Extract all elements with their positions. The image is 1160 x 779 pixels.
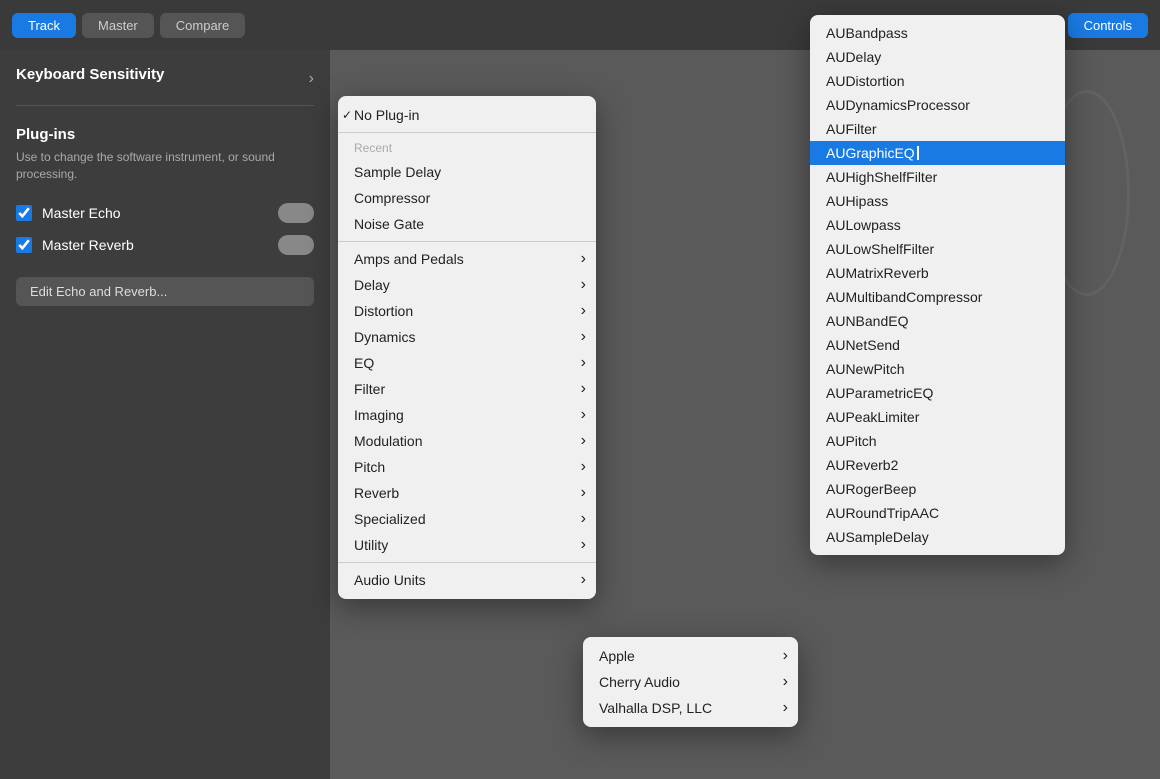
au-round-trip-aac[interactable]: AURoundTripAAC: [810, 501, 1065, 525]
menu-separator-2: [338, 241, 596, 242]
valhalla-item[interactable]: Valhalla DSP, LLC: [583, 695, 798, 721]
cherry-audio-item[interactable]: Cherry Audio: [583, 669, 798, 695]
plugins-section: Plug-ins Use to change the software inst…: [16, 126, 314, 183]
keyboard-sensitivity-label: Keyboard Sensitivity: [16, 66, 164, 83]
menu-separator-3: [338, 562, 596, 563]
au-new-pitch[interactable]: AUNewPitch: [810, 357, 1065, 381]
master-reverb-label: Master Reverb: [42, 237, 134, 253]
amps-pedals-item[interactable]: Amps and Pedals: [338, 246, 596, 272]
au-parametric-eq[interactable]: AUParametricEQ: [810, 381, 1065, 405]
recent-label: Recent: [338, 137, 596, 159]
master-echo-label: Master Echo: [42, 205, 121, 221]
au-reverb2[interactable]: AUReverb2: [810, 453, 1065, 477]
plugin-menu[interactable]: No Plug-in Recent Sample Delay Compresso…: [338, 96, 596, 599]
au-filter[interactable]: AUFilter: [810, 117, 1065, 141]
plugins-desc: Use to change the software instrument, o…: [16, 149, 314, 183]
dynamics-item[interactable]: Dynamics: [338, 324, 596, 350]
master-reverb-checkbox[interactable]: [16, 237, 32, 253]
audio-units-vendor-menu[interactable]: Apple Cherry Audio Valhalla DSP, LLC: [583, 637, 798, 727]
menu-separator-1: [338, 132, 596, 133]
au-bandpass[interactable]: AUBandpass: [810, 21, 1065, 45]
no-plugin-item[interactable]: No Plug-in: [338, 102, 596, 128]
au-peak-limiter[interactable]: AUPeakLimiter: [810, 405, 1065, 429]
audio-units-item[interactable]: Audio Units: [338, 567, 596, 593]
compressor-item[interactable]: Compressor: [338, 185, 596, 211]
master-button[interactable]: Master: [82, 13, 154, 38]
plugins-title: Plug-ins: [16, 126, 314, 143]
cursor-indicator: [917, 146, 919, 160]
eq-item[interactable]: EQ: [338, 350, 596, 376]
modulation-item[interactable]: Modulation: [338, 428, 596, 454]
specialized-item[interactable]: Specialized: [338, 506, 596, 532]
apple-item[interactable]: Apple: [583, 643, 798, 669]
au-multiband-compressor[interactable]: AUMultibandCompressor: [810, 285, 1065, 309]
keyboard-sensitivity-arrow[interactable]: ›: [309, 70, 314, 88]
au-nband-eq[interactable]: AUNBandEQ: [810, 309, 1065, 333]
compare-button[interactable]: Compare: [160, 13, 245, 38]
master-echo-row: Master Echo: [16, 203, 314, 223]
au-hipass[interactable]: AUHipass: [810, 189, 1065, 213]
delay-item[interactable]: Delay: [338, 272, 596, 298]
au-delay[interactable]: AUDelay: [810, 45, 1065, 69]
au-matrix-reverb[interactable]: AUMatrixReverb: [810, 261, 1065, 285]
master-reverb-row: Master Reverb: [16, 235, 314, 255]
au-graphic-eq[interactable]: AUGraphicEQ: [810, 141, 1065, 165]
master-reverb-toggle[interactable]: [278, 235, 314, 255]
controls-button[interactable]: Controls: [1068, 13, 1148, 38]
master-echo-checkbox[interactable]: [16, 205, 32, 221]
utility-item[interactable]: Utility: [338, 532, 596, 558]
au-low-shelf-filter[interactable]: AULowShelfFilter: [810, 237, 1065, 261]
master-echo-toggle[interactable]: [278, 203, 314, 223]
au-net-send[interactable]: AUNetSend: [810, 333, 1065, 357]
edit-echo-reverb-button[interactable]: Edit Echo and Reverb...: [16, 277, 314, 306]
filter-item[interactable]: Filter: [338, 376, 596, 402]
reverb-item[interactable]: Reverb: [338, 480, 596, 506]
au-dynamics-processor[interactable]: AUDynamicsProcessor: [810, 93, 1065, 117]
left-panel: Keyboard Sensitivity › Plug-ins Use to c…: [0, 50, 330, 779]
au-pitch[interactable]: AUPitch: [810, 429, 1065, 453]
imaging-item[interactable]: Imaging: [338, 402, 596, 428]
au-sample-delay[interactable]: AUSampleDelay: [810, 525, 1065, 549]
au-distortion[interactable]: AUDistortion: [810, 69, 1065, 93]
au-roger-beep[interactable]: AURogerBeep: [810, 477, 1065, 501]
noise-gate-item[interactable]: Noise Gate: [338, 211, 596, 237]
au-lowpass[interactable]: AULowpass: [810, 213, 1065, 237]
sample-delay-item[interactable]: Sample Delay: [338, 159, 596, 185]
pitch-item[interactable]: Pitch: [338, 454, 596, 480]
au-list-menu[interactable]: AUBandpass AUDelay AUDistortion AUDynami…: [810, 15, 1065, 555]
track-button[interactable]: Track: [12, 13, 76, 38]
distortion-item[interactable]: Distortion: [338, 298, 596, 324]
au-high-shelf-filter[interactable]: AUHighShelfFilter: [810, 165, 1065, 189]
